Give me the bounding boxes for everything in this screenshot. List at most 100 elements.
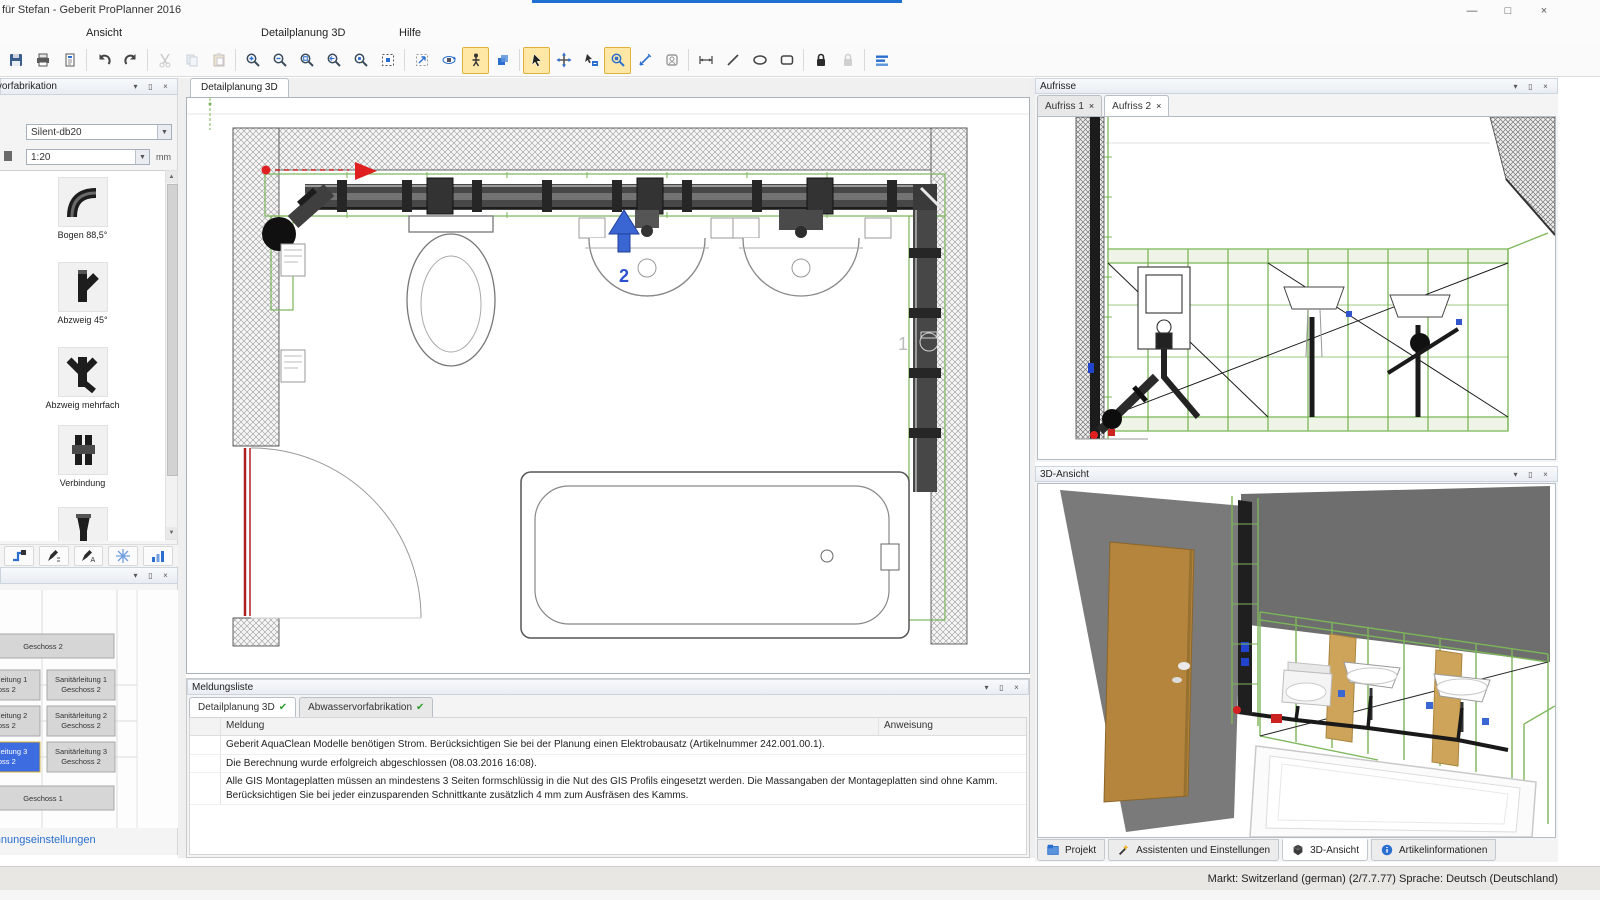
zoom-selection-button[interactable] [604,47,631,74]
scale-combobox[interactable]: 1:20 ▼ [26,149,150,165]
close-icon[interactable]: × [158,80,173,93]
close-icon[interactable]: × [1156,97,1161,116]
catalog-item[interactable]: Abzweig 45° [0,262,165,325]
riser-schema[interactable]: Geschoss 2Anschlussleitung 1Geschoss 2Sa… [0,590,178,828]
close-button[interactable]: × [1528,2,1560,20]
label-a-button[interactable]: A [74,546,104,566]
catalog-item[interactable]: Bogen 88,5° [0,177,165,240]
message-row[interactable]: Alle GIS Montageplatten müssen an mindes… [190,773,1026,805]
riser-schema-canvas[interactable]: Geschoss 2Anschlussleitung 1Geschoss 2Sa… [0,590,178,828]
copy-button[interactable] [178,47,205,74]
pin-icon[interactable]: ▯ [1523,468,1538,481]
close-icon[interactable]: × [1538,80,1553,93]
menu-hilfe[interactable]: Hilfe [393,25,427,41]
column-separator [220,736,221,754]
cut-button[interactable] [151,47,178,74]
chevron-down-icon[interactable]: ▾ [1508,80,1523,93]
pin-icon[interactable]: ▯ [143,569,158,582]
scrollbar-thumb[interactable] [167,184,178,476]
close-icon[interactable]: × [1538,468,1553,481]
label-black-button[interactable] [39,546,69,566]
draw-ellipse-button[interactable] [746,47,773,74]
chevron-down-icon[interactable]: ▾ [128,569,143,582]
column-anweisung[interactable]: Anweisung [884,720,933,731]
zoom-window-button[interactable] [293,47,320,74]
elevation-tab-aufriss-1[interactable]: Aufriss 1× [1037,95,1102,117]
menu-detailplanung-3d[interactable]: Detailplanung 3D [255,25,351,41]
print-button[interactable] [29,47,56,74]
chevron-down-icon[interactable]: ▾ [1508,468,1523,481]
chevron-down-icon[interactable]: ▾ [979,681,994,694]
catalog-item[interactable]: Abzweig mehrfach [0,347,165,410]
pin-icon[interactable]: ▯ [994,681,1009,694]
view3d-canvas[interactable] [1038,484,1555,837]
close-icon[interactable]: × [1009,681,1024,694]
tab-artikelinformationen[interactable]: Artikelinformationen [1371,839,1496,861]
messages-tab-detailplanung-3d[interactable]: Detailplanung 3D✔ [189,697,296,718]
anchor-off-button[interactable] [834,47,861,74]
minimize-button[interactable]: — [1456,2,1488,20]
messages-tab-abwasservorfabrikation[interactable]: Abwasservorfabrikation✔ [299,697,433,718]
catalog-item[interactable]: Verbindung [0,425,165,488]
redo-button[interactable] [117,47,144,74]
pan-button[interactable] [408,47,435,74]
view3d-viewport [1037,483,1556,838]
tab-detailplanung-3d[interactable]: Detailplanung 3D [190,78,289,98]
zoom-in-button[interactable] [239,47,266,74]
messages-table-header: Meldung Anweisung [190,718,1026,736]
move-3d-button[interactable] [489,47,516,74]
message-row[interactable]: Die Berechnung wurde erfolgreich abgesch… [190,755,1026,774]
zoom-out-button[interactable] [266,47,293,74]
component-button[interactable] [658,47,685,74]
zoom-fit-button[interactable] [374,47,401,74]
routing-button[interactable] [4,546,34,566]
elevation-canvas[interactable] [1038,117,1555,459]
paste-button[interactable] [205,47,232,74]
catalog-scrollbar[interactable]: ▲ ▼ [165,170,178,540]
select-button[interactable] [523,47,550,74]
scroll-up-icon[interactable]: ▲ [166,171,177,183]
calculation-settings-link[interactable]: Berechnungseinstellungen [0,834,96,846]
menu-ansicht[interactable]: Ansicht [80,25,128,41]
tab-projekt[interactable]: Projekt [1037,839,1105,861]
check-icon: ✔ [279,699,287,717]
right-splitter[interactable] [1030,78,1035,858]
dimension-button[interactable] [692,47,719,74]
dimension-icon [698,52,714,68]
close-icon[interactable]: × [158,569,173,582]
orbit-button[interactable] [435,47,462,74]
measure-button[interactable] [631,47,658,74]
save-button[interactable] [2,47,29,74]
catalog-item[interactable]: Übergang [0,507,165,541]
system-combobox[interactable]: Silent-db20 ▼ [26,124,172,140]
tab-3d-ansicht[interactable]: 3D-Ansicht [1282,839,1368,861]
message-row[interactable]: Geberit AquaClean Modelle benötigen Stro… [190,736,1026,755]
undo-button[interactable] [90,47,117,74]
zoom-previous-button[interactable] [320,47,347,74]
report-button[interactable] [56,47,83,74]
move-button[interactable] [550,47,577,74]
draw-rectangle-button[interactable] [773,47,800,74]
walkthrough-button[interactable] [462,47,489,74]
zoom-all-button[interactable] [347,47,374,74]
anchor-button[interactable] [807,47,834,74]
zoom-in-icon [245,52,261,68]
annotations-button[interactable] [868,47,895,74]
select-options-button[interactable] [577,47,604,74]
scroll-down-icon[interactable]: ▼ [166,527,177,539]
left-splitter[interactable] [178,78,186,858]
pin-icon[interactable]: ▯ [1523,80,1538,93]
draw-line-button[interactable] [719,47,746,74]
elevation-tab-aufriss-2[interactable]: Aufriss 2× [1104,95,1169,117]
maximize-button[interactable]: □ [1492,2,1524,20]
pin-icon[interactable]: ▯ [143,80,158,93]
close-icon[interactable]: × [1089,97,1094,116]
svg-text:A: A [91,557,96,564]
elevation-tabs: Aufriss 1×Aufriss 2× [1037,95,1171,116]
column-meldung[interactable]: Meldung [226,720,264,731]
floorplan-canvas[interactable]: 2 1 [187,98,1029,673]
tab-assistenten-und-einstellungen[interactable]: Assistenten und Einstellungen [1108,839,1279,861]
statistics-button[interactable] [143,546,173,566]
chevron-down-icon[interactable]: ▾ [128,80,143,93]
snowflake-button[interactable] [108,546,138,566]
